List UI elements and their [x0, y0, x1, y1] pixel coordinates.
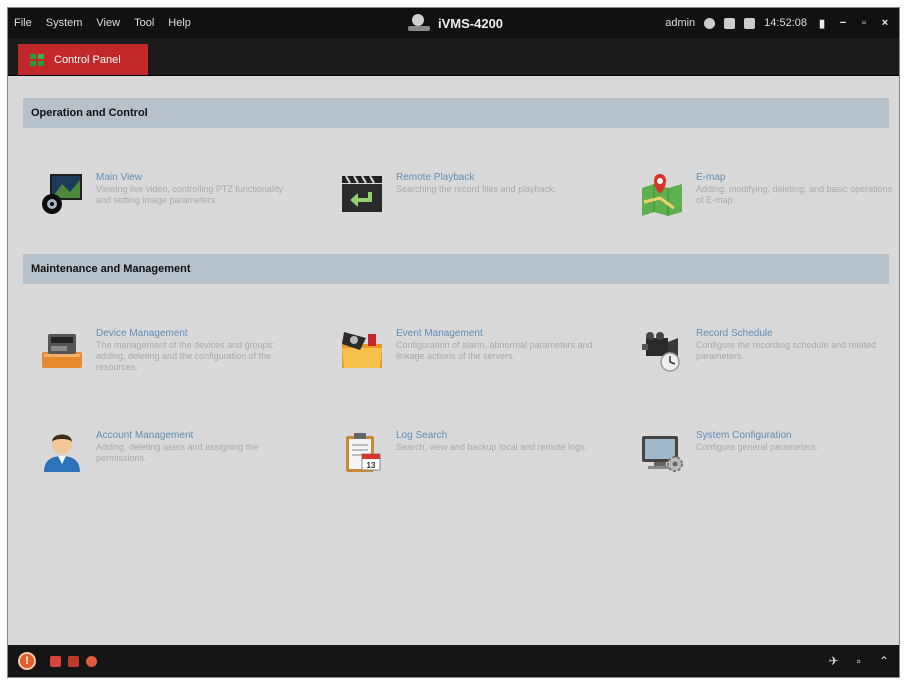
module-title: Log Search — [396, 430, 448, 441]
account-management-icon — [44, 434, 80, 472]
module-description: Adding, deleting users and assigning the… — [96, 442, 259, 463]
alarm-output-icon — [86, 655, 97, 667]
ivms-logo-icon — [408, 14, 430, 32]
sound-icon — [50, 655, 61, 667]
module-account-management[interactable]: Account Management Adding, deleting user… — [40, 430, 310, 510]
module-system-configuration[interactable]: System Configuration Configure general p… — [640, 430, 899, 510]
module-log-search[interactable]: 13 Log Search Search, view and backup lo… — [340, 430, 610, 510]
menu-file[interactable]: File — [14, 17, 32, 29]
menu-system[interactable]: System — [46, 17, 83, 29]
tab-control-panel[interactable]: Control Panel — [18, 44, 148, 75]
menu-help[interactable]: Help — [168, 17, 191, 29]
module-description: Viewing live video, controlling PTZ func… — [96, 184, 283, 205]
restore-icon[interactable]: ▫ — [857, 654, 861, 668]
control-panel-icon — [30, 53, 44, 66]
emap-icon — [642, 174, 682, 216]
expand-icon[interactable]: ⌃ — [879, 654, 889, 668]
bottom-bar: ! ✈ ▫ ⌃ — [8, 645, 899, 677]
app-title-area: iVMS-4200 — [408, 8, 503, 38]
module-record-schedule[interactable]: Record Schedule Configure the recording … — [640, 328, 899, 408]
maximize-button[interactable]: ▫ — [858, 17, 870, 29]
app-title: iVMS-4200 — [438, 15, 504, 31]
event-management-icon — [342, 332, 382, 368]
title-bar: File System View Tool Help iVMS-4200 adm… — [8, 8, 899, 38]
module-title: Device Management — [96, 328, 188, 339]
module-title: Main View — [96, 172, 142, 183]
module-title: Record Schedule — [696, 328, 773, 339]
module-title: E-map — [696, 172, 726, 183]
module-device-management[interactable]: Device Management The management of the … — [40, 328, 310, 408]
app-window: File System View Tool Help iVMS-4200 adm… — [7, 7, 900, 678]
system-configuration-icon — [642, 436, 683, 472]
image-button[interactable] — [68, 645, 79, 677]
module-title: Event Management — [396, 328, 483, 339]
remote-playback-icon — [342, 175, 382, 212]
calendar-day-label: 13 — [367, 461, 376, 470]
module-description: Configure the recording schedule and rel… — [696, 340, 877, 361]
image-icon — [68, 655, 79, 667]
module-remote-playback[interactable]: Remote Playback Searching the record fil… — [340, 172, 610, 252]
close-button[interactable]: × — [879, 17, 891, 29]
network-icon[interactable] — [704, 17, 716, 29]
computer-icon[interactable] — [744, 17, 756, 29]
module-emap[interactable]: E-map Adding, modifying, deleting, and b… — [640, 172, 899, 252]
section-maintenance-and-management: Maintenance and Management — [23, 254, 889, 284]
record-schedule-icon — [642, 332, 680, 372]
clock-time: 14:52:08 — [764, 17, 807, 29]
module-main-view[interactable]: Main View Viewing live video, controllin… — [40, 172, 310, 252]
main-view-icon — [42, 174, 82, 214]
bottom-right-controls: ✈ ▫ ⌃ — [829, 645, 889, 677]
alarm-button[interactable]: ! — [18, 645, 36, 677]
module-description: Adding, modifying, deleting, and basic o… — [696, 184, 893, 205]
menu-bar: File System View Tool Help — [14, 8, 191, 38]
module-description: The management of the devices and groups… — [96, 340, 275, 372]
calendar-icon[interactable] — [724, 17, 736, 29]
lock-button[interactable]: ▮ — [816, 17, 828, 30]
section-operation-and-control: Operation and Control — [23, 98, 889, 128]
module-title: System Configuration — [696, 430, 792, 441]
alarm-output-button[interactable] — [86, 645, 97, 677]
menu-tool[interactable]: Tool — [134, 17, 154, 29]
status-area: admin 14:52:08 ▮ − ▫ × — [665, 8, 891, 38]
menu-view[interactable]: View — [96, 17, 120, 29]
minimize-button[interactable]: − — [837, 17, 849, 29]
section-title: Maintenance and Management — [31, 263, 191, 275]
device-management-icon — [42, 334, 82, 368]
section-title: Operation and Control — [31, 107, 148, 119]
module-title: Remote Playback — [396, 172, 475, 183]
module-event-management[interactable]: Event Management Configuration of alarm,… — [340, 328, 610, 408]
alarm-icon: ! — [18, 652, 36, 670]
tab-label: Control Panel — [54, 53, 121, 66]
module-description: Configure general parameters. — [696, 442, 819, 452]
module-description: Configuration of alarm, abnormal paramet… — [396, 340, 593, 361]
module-description: Searching the record files and playback. — [396, 184, 557, 194]
username[interactable]: admin — [665, 17, 695, 29]
module-description: Search, view and backup local and remote… — [396, 442, 588, 452]
pin-icon[interactable]: ✈ — [829, 654, 839, 668]
log-search-icon: 13 — [346, 433, 381, 472]
module-title: Account Management — [96, 430, 194, 441]
sound-button[interactable] — [50, 645, 61, 677]
tab-bar: Control Panel — [8, 38, 899, 76]
